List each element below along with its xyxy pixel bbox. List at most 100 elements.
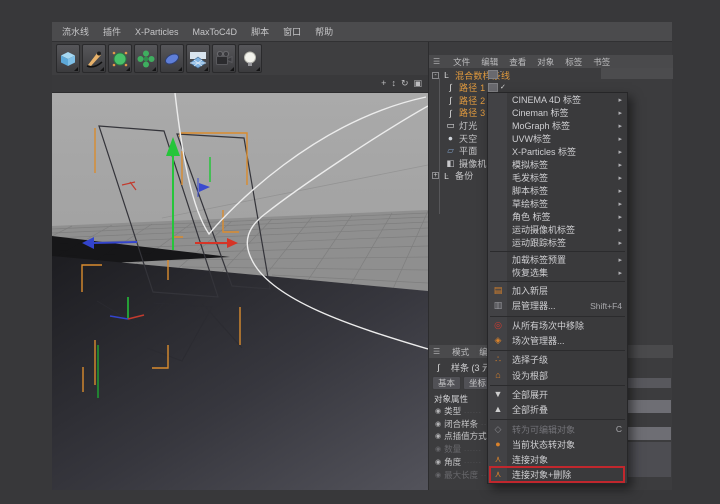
menu-item-29[interactable]: ●当前状态转对象 [488, 437, 627, 452]
menu-item-11[interactable]: 运动跟踪标签▸ [488, 236, 627, 249]
layers-add-icon: ▤ [491, 286, 505, 295]
panel-band-fragment [601, 68, 673, 79]
tree-item-label: 灯光 [459, 119, 477, 132]
tree-item-0[interactable]: -Ŀ混合数样条线¨ [429, 69, 510, 81]
attr-mode-menu[interactable]: 模式 [452, 346, 469, 358]
menu-item-label: 角色 标签 [512, 210, 551, 223]
null-object-icon: Ŀ [441, 71, 452, 80]
panel-menu-icon[interactable]: ☰ [433, 57, 440, 66]
menu-item-4[interactable]: X-Particles 标签▸ [488, 145, 627, 158]
menu-item-5[interactable]: 模拟标签 ▸ [488, 158, 627, 171]
menu-item-19[interactable]: ◎从所有场次中移除 [488, 318, 627, 333]
attr-row-2[interactable]: ◉点插值方式...... [429, 430, 487, 442]
menu-item-23[interactable]: ⌂ 设为根部 [488, 367, 627, 382]
spline-ellipse-icon[interactable] [160, 44, 184, 73]
menubar-item-1[interactable]: 插件 [103, 25, 121, 38]
tree-item-7[interactable]: ◧摄像机 [429, 157, 487, 169]
maximize-icon[interactable]: ▣ [413, 79, 422, 88]
submenu-arrow-icon: ▸ [618, 256, 622, 264]
menu-item-2[interactable]: MoGraph 标签▸ [488, 119, 627, 132]
sky-icon: ● [445, 134, 456, 143]
array-icon[interactable] [134, 44, 158, 73]
menu-item-0[interactable]: CINEMA 4D 标签▸ [488, 93, 627, 106]
menubar-item-3[interactable]: MaxToC4D [193, 27, 238, 37]
floor-icon[interactable] [186, 44, 210, 73]
attr-row-label: 数量 [444, 443, 461, 455]
attr-row-0[interactable]: ◉类型...... [429, 405, 487, 417]
spline-icon: ∫ [445, 96, 456, 105]
submenu-arrow-icon: ▸ [618, 187, 622, 195]
menu-item-20[interactable]: ◈场次管理器... [488, 333, 627, 348]
expander-icon[interactable]: + [432, 172, 439, 179]
attr-row-1[interactable]: ◉闭合样条...... [429, 418, 487, 430]
menu-item-9[interactable]: 角色 标签▸ [488, 210, 627, 223]
menu-item-1[interactable]: Cineman 标签▸ [488, 106, 627, 119]
attr-row-3[interactable]: ◉数量...... [429, 443, 487, 455]
menu-item-13[interactable]: 加载标签预置▸ [488, 253, 627, 266]
radio-circle-icon: ◉ [435, 458, 441, 466]
menu-item-10[interactable]: 运动摄像机标签▸ [488, 223, 627, 236]
rotate-icon[interactable]: ↻ [401, 79, 409, 88]
menu-item-8[interactable]: 草绘标签▸ [488, 197, 627, 210]
pan-icon[interactable]: + [381, 79, 386, 88]
menubar-item-4[interactable]: 脚本 [251, 25, 269, 38]
om-menu-3[interactable]: 对象 [537, 56, 554, 68]
tree-item-3[interactable]: ∫路径 3 [429, 107, 485, 119]
tree-item-1[interactable]: ∫路径 1✓ [429, 82, 485, 94]
menu-item-label: 设为根部 [512, 369, 548, 382]
tree-item-6[interactable]: ▱平面 [429, 145, 477, 157]
submenu-arrow-icon: ▸ [618, 161, 622, 169]
radio-circle-icon: ◉ [435, 471, 441, 479]
attr-row-4[interactable]: ◉角度...... [429, 456, 487, 468]
menu-item-label: MoGraph 标签 [512, 119, 570, 132]
menubar-item-0[interactable]: 流水线 [62, 25, 89, 38]
menu-item-label: 运动跟踪标签 [512, 236, 566, 249]
menu-item-26[interactable]: ▲全部折叠 [488, 402, 627, 417]
radio-circle-icon: ◉ [435, 420, 441, 428]
cube-icon[interactable] [56, 44, 80, 73]
om-menu-5[interactable]: 书签 [593, 56, 610, 68]
menubar-item-2[interactable]: X-Particles [135, 27, 179, 37]
menu-item-label: 模拟标签 [512, 158, 548, 171]
connect-icon: ⋏ [491, 455, 505, 464]
om-menu-4[interactable]: 标签 [565, 56, 582, 68]
tab-基本[interactable]: 基本 [432, 376, 461, 390]
light-icon[interactable] [238, 44, 262, 73]
menu-item-22[interactable]: ∴选择子级 [488, 352, 627, 367]
unfold-all-icon: ▼ [491, 390, 505, 399]
menu-item-17[interactable]: ▥层管理器...Shift+F4 [488, 298, 627, 313]
viewport-panel[interactable]: + ↕ ↻ ▣ [52, 75, 428, 490]
menu-item-31[interactable]: ⋏连接对象+删除 [488, 467, 627, 482]
menubar-item-5[interactable]: 窗口 [283, 25, 301, 38]
menu-item-30[interactable]: ⋏ 连接对象 [488, 452, 627, 467]
om-menu-2[interactable]: 查看 [509, 56, 526, 68]
tree-item-label: 路径 3 [459, 106, 485, 119]
camera-icon[interactable] [212, 44, 236, 73]
attr-row-label: 闭合样条 [444, 418, 478, 430]
menu-item-16[interactable]: ▤加入新层 [488, 283, 627, 298]
om-menu-0[interactable]: 文件 [453, 56, 470, 68]
sphere-icon[interactable] [108, 44, 132, 73]
set-root-icon: ⌂ [491, 371, 505, 380]
tree-item-8[interactable]: +Ŀ备份 [429, 170, 473, 182]
om-menu-1[interactable]: 编辑 [481, 56, 498, 68]
zoom-icon[interactable]: ↕ [391, 79, 396, 88]
visibility-toggle-icon[interactable] [488, 83, 498, 92]
menu-item-label: 恢复选集 [512, 266, 548, 279]
expander-icon[interactable]: - [432, 72, 439, 79]
menu-item-14[interactable]: 恢复选集▸ [488, 266, 627, 279]
menubar-item-6[interactable]: 帮助 [315, 25, 333, 38]
pen-icon[interactable] [82, 44, 106, 73]
tree-item-4[interactable]: ▭灯光 [429, 119, 477, 131]
menu-item-6[interactable]: 毛发标签▸ [488, 171, 627, 184]
tree-item-5[interactable]: ●天空 [429, 132, 477, 144]
tree-item-2[interactable]: ∫路径 2 [429, 94, 485, 106]
null-object-icon: Ŀ [441, 172, 452, 181]
menu-item-7[interactable]: 脚本标签▸ [488, 184, 627, 197]
visibility-toggle-icon[interactable] [488, 70, 498, 79]
panel-menu-icon[interactable]: ☰ [433, 347, 440, 356]
menu-item-25[interactable]: ▼全部展开 [488, 387, 627, 402]
attr-row-5[interactable]: ◉最大长度...... [429, 469, 487, 481]
menu-item-3[interactable]: UVW标签▸ [488, 132, 627, 145]
menu-item-label: 连接对象 [512, 453, 548, 466]
